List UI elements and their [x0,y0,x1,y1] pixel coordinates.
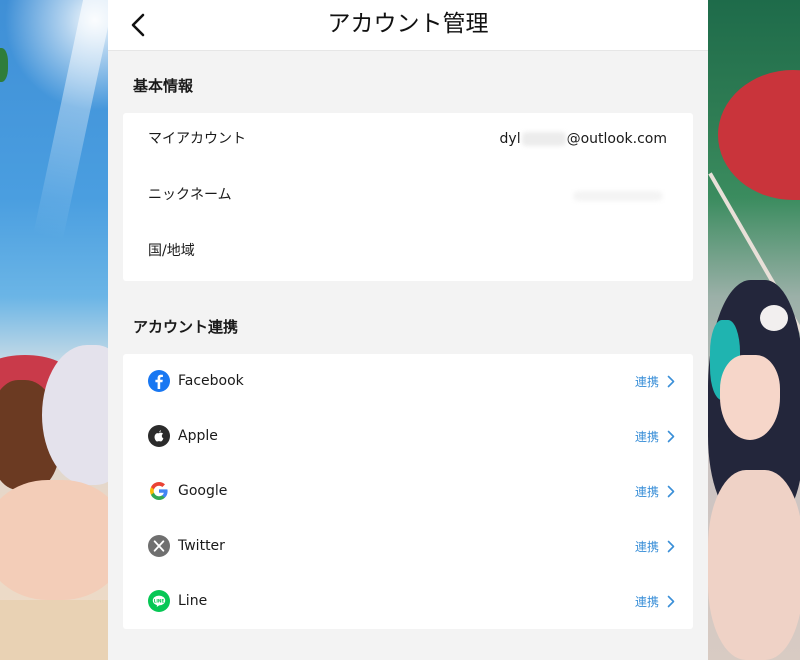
link-text: 連携 [634,540,659,554]
google-icon [148,480,170,502]
nickname-blurred-value [573,191,663,201]
account-management-panel: アカウント管理 基本情報 マイアカウント dyl @outlook.com ニック… [108,0,708,660]
chevron-right-icon [667,430,675,443]
row-my-account[interactable]: マイアカウント dyl @outlook.com [123,113,693,169]
background-art-right [708,0,800,660]
chevron-right-icon [667,540,675,553]
facebook-icon [148,370,170,392]
link-row-twitter[interactable]: Twitter 連携 [123,519,693,574]
line-icon: LINE [148,590,170,612]
account-linking-card: Facebook 連携 Apple 連携 Google 連携 Twitter 連… [123,354,693,629]
chevron-right-icon [667,375,675,388]
row-region[interactable]: 国/地域 [123,225,693,281]
page-title: アカウント管理 [327,11,489,37]
back-button[interactable] [122,8,156,42]
link-apple-button[interactable]: 連携 [635,409,675,464]
chevron-right-icon [667,485,675,498]
row-label-nickname: ニックネーム [148,187,232,203]
provider-label-apple: Apple [178,428,218,444]
section-title-basic-info: 基本情報 [133,77,194,95]
provider-label-facebook: Facebook [178,373,244,389]
link-row-line[interactable]: LINE Line 連携 [123,574,693,629]
link-row-google[interactable]: Google 連携 [123,464,693,519]
link-text: 連携 [634,375,659,389]
x-twitter-icon [148,535,170,557]
row-label-region: 国/地域 [148,243,195,259]
link-text: 連携 [634,485,659,499]
link-text: 連携 [634,595,659,609]
provider-label-line: Line [178,593,208,609]
row-nickname[interactable]: ニックネーム [123,169,693,225]
apple-icon [148,425,170,447]
basic-info-card: マイアカウント dyl @outlook.com ニックネーム 国/地域 [123,113,693,281]
link-google-button[interactable]: 連携 [635,464,675,519]
header-bar: アカウント管理 [108,0,708,51]
section-title-account-linking: アカウント連携 [133,318,239,336]
link-facebook-button[interactable]: 連携 [635,354,675,409]
row-label-my-account: マイアカウント [148,131,246,147]
account-email: dyl @outlook.com [499,131,667,147]
link-twitter-button[interactable]: 連携 [635,519,675,574]
link-text: 連携 [634,430,659,444]
svg-text:LINE: LINE [154,598,165,603]
provider-label-twitter: Twitter [178,538,225,554]
link-row-facebook[interactable]: Facebook 連携 [123,354,693,409]
background-art-left [0,0,108,660]
chevron-right-icon [667,595,675,608]
link-row-apple[interactable]: Apple 連携 [123,409,693,464]
link-line-button[interactable]: 連携 [635,574,675,629]
provider-label-google: Google [178,483,228,499]
chevron-left-icon [131,13,145,37]
